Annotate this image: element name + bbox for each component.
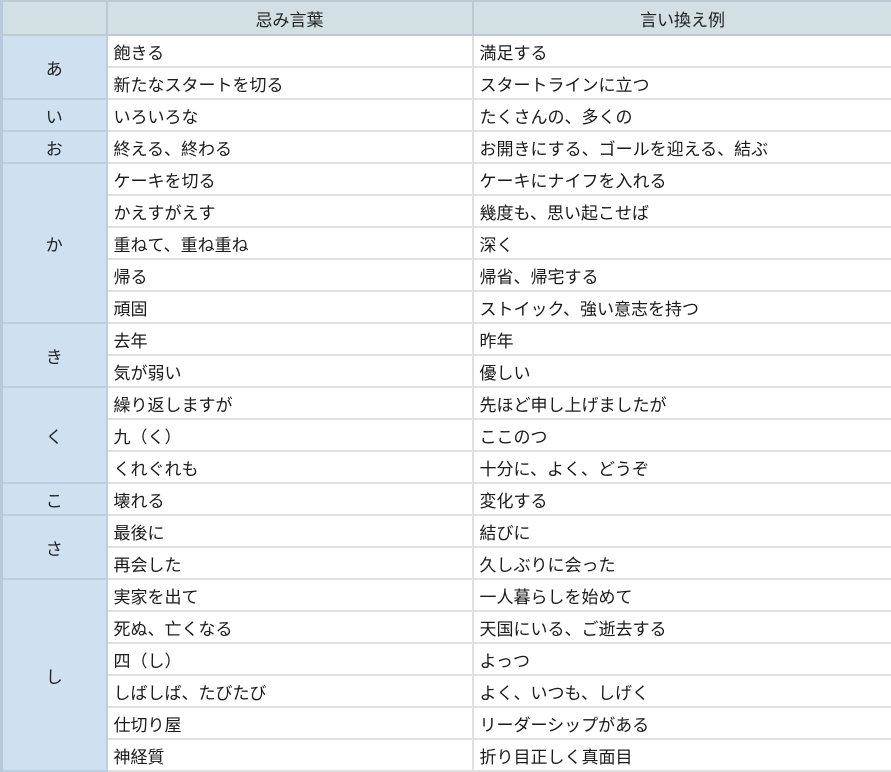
- taboo-word-cell: 終える、終わる: [105, 130, 474, 164]
- table-row: お終える、終わる お開きにする、ゴールを迎える、結ぶ: [0, 130, 891, 164]
- table-row: し実家を出て 一人暮らしを始めて: [0, 578, 891, 772]
- taboo-word-cell: 最後に: [105, 514, 474, 548]
- taboo-words-table: 忌み言葉 言い換え例 あ飽きる 満足する 新たなスタートを切る スタートラインに立つい…: [0, 0, 891, 772]
- alternative-cell: たくさんの、多くの: [471, 98, 891, 132]
- taboo-word-cell: かえすがえす: [105, 194, 474, 228]
- alternative-cell: お開きにする、ゴールを迎える、結ぶ: [471, 130, 891, 164]
- taboo-word-cell: 帰る: [105, 258, 474, 292]
- alternative-cell: 満足する: [471, 34, 891, 68]
- table-row: 仕切り屋 リーダーシップがある: [2, 706, 891, 740]
- taboo-word-cell: ケーキを切る: [105, 162, 474, 196]
- taboo-word-cell: 四（し）: [105, 642, 474, 676]
- kana-group-cell: こ: [0, 482, 108, 516]
- kana-group-cell: い: [0, 98, 108, 132]
- alternative-cell: ケーキにナイフを入れる: [471, 162, 891, 196]
- alternative-cell: 昨年: [471, 322, 891, 356]
- alternative-cell: 変化する: [471, 482, 891, 516]
- taboo-word-cell: 九（く）: [105, 418, 474, 452]
- taboo-word-cell: いろいろな: [105, 98, 474, 132]
- table-row: 重ねて、重ね重ね 深く: [2, 226, 891, 260]
- taboo-word-cell: 繰り返しますが: [105, 386, 474, 420]
- table-row: 四（し） よっつ: [2, 642, 891, 676]
- table-row: 新たなスタートを切る スタートラインに立つ: [2, 66, 891, 100]
- taboo-word-cell: 仕切り屋: [105, 706, 474, 740]
- table-row: 帰る 帰省、帰宅する: [2, 258, 891, 292]
- alternative-cell: 天国にいる、ご逝去する: [471, 610, 891, 644]
- alternative-cell: ここのつ: [471, 418, 891, 452]
- alternative-cell: 帰省、帰宅する: [471, 258, 891, 292]
- kana-group-cell: く: [0, 386, 108, 484]
- alternative-cell: 折り目正しく真面目: [471, 738, 891, 772]
- kana-group-cell: し: [0, 578, 108, 772]
- alternative-cell: 結びに: [471, 514, 891, 548]
- taboo-word-cell: 実家を出て: [105, 578, 474, 612]
- alternative-cell: 久しぶりに会った: [471, 546, 891, 580]
- kana-group-cell: か: [0, 162, 108, 324]
- header-row: 忌み言葉 言い換え例: [0, 0, 891, 36]
- taboo-word-cell: 新たなスタートを切る: [105, 66, 474, 100]
- table-row: あ飽きる 満足する: [0, 34, 891, 100]
- alternative-cell: 幾度も、思い起こせば: [471, 194, 891, 228]
- table-row: さ最後に 結びに: [0, 514, 891, 580]
- table-row: き去年 昨年: [0, 322, 891, 388]
- alternative-cell: ストイック、強い意志を持つ: [471, 290, 891, 324]
- alternative-cell: よく、いつも、しげく: [471, 674, 891, 708]
- table-body: あ飽きる 満足する 新たなスタートを切る スタートラインに立ついいろいろな たくさんの、…: [0, 34, 891, 772]
- taboo-word-cell: 壊れる: [105, 482, 474, 516]
- kana-group-cell: お: [0, 130, 108, 164]
- table-row: 気が弱い 優しい: [2, 354, 891, 388]
- alternative-cell: 先ほど申し上げましたが: [471, 386, 891, 420]
- header-key: [0, 0, 108, 36]
- table-row: くれぐれも 十分に、よく、どうぞ: [2, 450, 891, 484]
- alternative-cell: 優しい: [471, 354, 891, 388]
- alternative-cell: 十分に、よく、どうぞ: [471, 450, 891, 484]
- alternative-cell: スタートラインに立つ: [471, 66, 891, 100]
- table-row: 頑固 ストイック、強い意志を持つ: [2, 290, 891, 324]
- table-row: いいろいろな たくさんの、多くの: [0, 98, 891, 132]
- taboo-word-cell: しばしば、たびたび: [105, 674, 474, 708]
- table-row: しばしば、たびたび よく、いつも、しげく: [2, 674, 891, 708]
- table-row: こ壊れる 変化する: [0, 482, 891, 516]
- table-row: 死ぬ、亡くなる 天国にいる、ご逝去する: [2, 610, 891, 644]
- table-row: く繰り返しますが 先ほど申し上げましたが: [0, 386, 891, 484]
- header-alternative: 言い換え例: [471, 0, 891, 36]
- alternative-cell: リーダーシップがある: [471, 706, 891, 740]
- kana-group-cell: き: [0, 322, 108, 388]
- table-row: 九（く） ここのつ: [2, 418, 891, 452]
- taboo-word-cell: 飽きる: [105, 34, 474, 68]
- taboo-word-cell: 死ぬ、亡くなる: [105, 610, 474, 644]
- kana-group-cell: さ: [0, 514, 108, 580]
- header-taboo-word: 忌み言葉: [105, 0, 474, 36]
- table-row: 再会した 久しぶりに会った: [2, 546, 891, 580]
- kana-group-cell: あ: [0, 34, 108, 100]
- alternative-cell: 深く: [471, 226, 891, 260]
- taboo-word-cell: 頑固: [105, 290, 474, 324]
- alternative-cell: よっつ: [471, 642, 891, 676]
- table-row: かケーキを切る ケーキにナイフを入れる: [0, 162, 891, 324]
- taboo-word-cell: 気が弱い: [105, 354, 474, 388]
- taboo-word-cell: 重ねて、重ね重ね: [105, 226, 474, 260]
- table-row: 神経質 折り目正しく真面目: [2, 738, 891, 772]
- taboo-word-cell: 再会した: [105, 546, 474, 580]
- taboo-word-cell: 去年: [105, 322, 474, 356]
- table-row: かえすがえす 幾度も、思い起こせば: [2, 194, 891, 228]
- alternative-cell: 一人暮らしを始めて: [471, 578, 891, 612]
- taboo-word-cell: 神経質: [105, 738, 474, 772]
- taboo-word-cell: くれぐれも: [105, 450, 474, 484]
